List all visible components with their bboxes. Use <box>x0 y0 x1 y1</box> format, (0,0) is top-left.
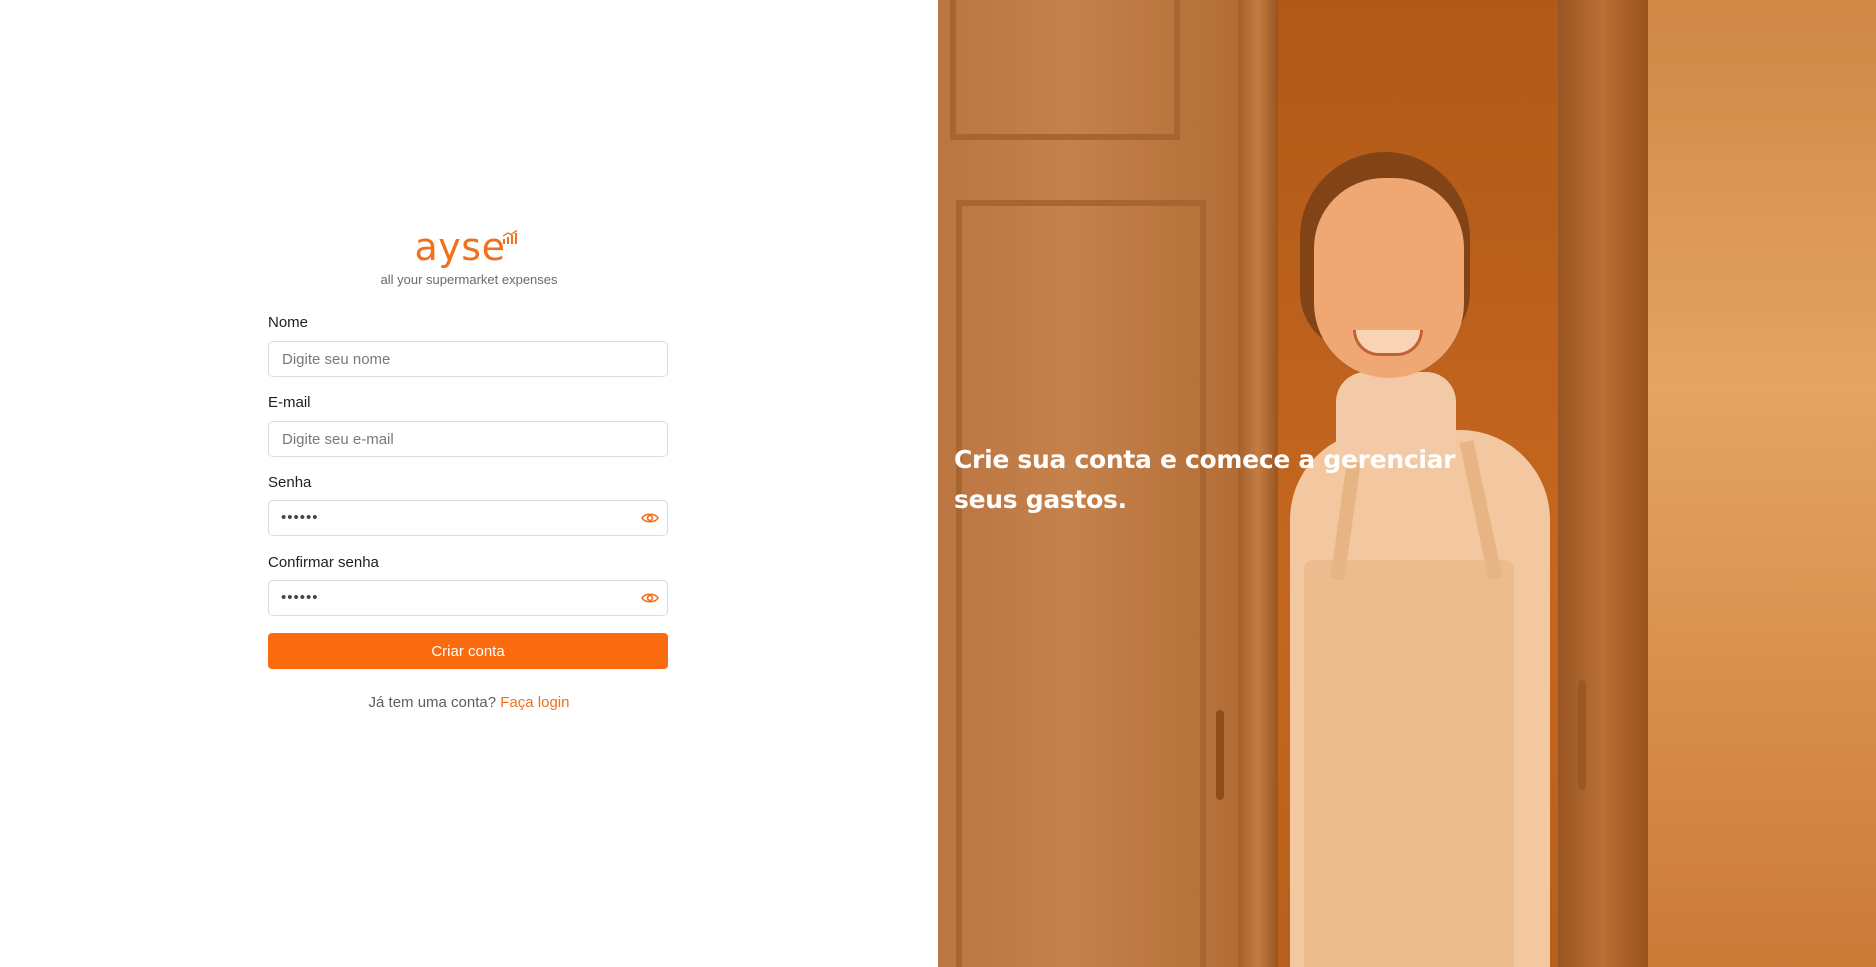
login-link[interactable]: Faça login <box>500 694 569 711</box>
eye-icon[interactable] <box>641 591 659 605</box>
login-prompt-text: Já tem uma conta? <box>368 694 497 711</box>
name-label: Nome <box>268 314 309 331</box>
eye-icon[interactable] <box>641 511 659 525</box>
password-input[interactable] <box>268 500 668 536</box>
email-label: E-mail <box>268 394 311 411</box>
bar-chart-icon <box>502 230 518 244</box>
tagline: all your supermarket expenses <box>380 272 558 287</box>
confirm-password-label: Confirmar senha <box>268 554 379 571</box>
confirm-password-input[interactable] <box>268 580 668 616</box>
password-value: •••••• <box>281 509 319 526</box>
signup-panel: ayse all your supermarket expenses Nome … <box>0 0 938 967</box>
hero-headline: Crie sua conta e comece a gerenciar seus… <box>954 445 1456 514</box>
logo: ayse <box>0 224 938 270</box>
logo-wordmark: ayse <box>414 225 506 269</box>
name-input[interactable] <box>268 341 668 377</box>
email-input[interactable] <box>268 421 668 457</box>
confirm-password-value: •••••• <box>281 589 319 606</box>
hero-image-panel: Crie sua conta e comece a gerenciar seus… <box>938 0 1876 967</box>
create-account-button[interactable]: Criar conta <box>268 633 668 669</box>
login-prompt: Já tem uma conta? Faça login <box>0 694 938 711</box>
password-label: Senha <box>268 474 312 491</box>
